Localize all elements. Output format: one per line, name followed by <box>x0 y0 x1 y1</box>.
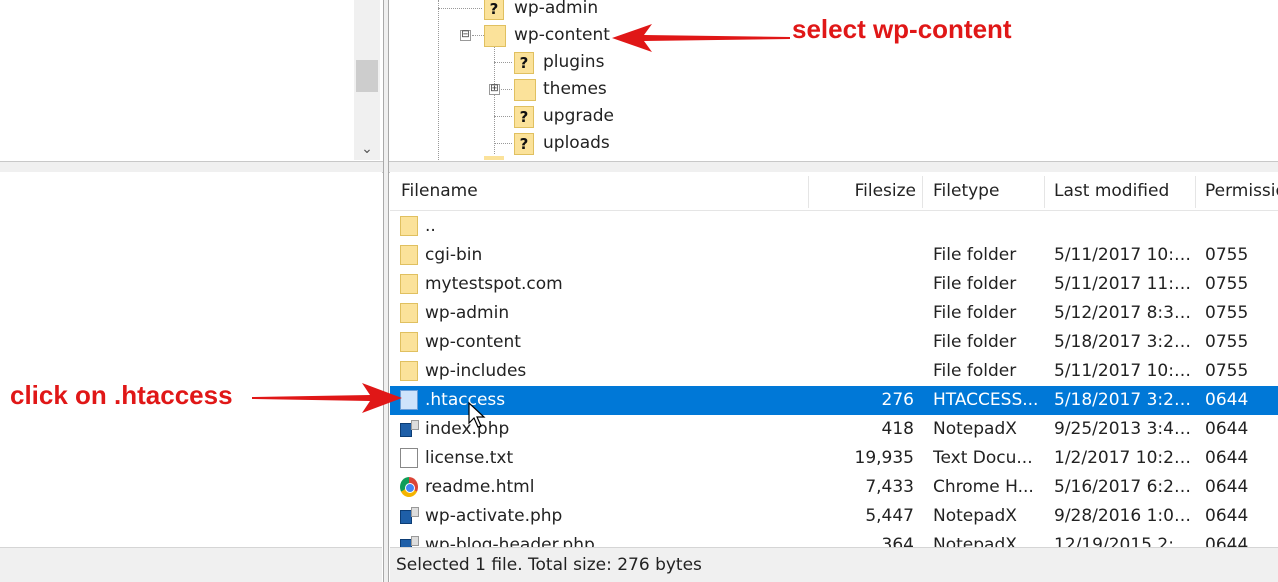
file-modified: 5/11/2017 10:4... <box>1054 245 1192 265</box>
file-type: NotepadX <box>933 506 1017 526</box>
folder-icon <box>400 303 418 323</box>
file-type: File folder <box>933 303 1017 323</box>
scrollbar-thumb[interactable] <box>356 60 378 92</box>
tree-item-uploads[interactable]: ? uploads <box>390 130 990 156</box>
annotation-arrow <box>612 24 790 52</box>
scroll-down-arrow-icon[interactable]: ⌄ <box>354 140 380 158</box>
file-permissions: 0755 <box>1205 332 1249 352</box>
file-modified: 9/28/2016 1:06:... <box>1054 506 1192 526</box>
file-row[interactable]: readme.html 7,433 Chrome H... 5/16/2017 6:2… <box>390 473 1278 502</box>
text-file-icon <box>400 448 418 468</box>
file-modified: 5/11/2017 11:1... <box>1054 274 1192 294</box>
file-permissions: 0644 <box>1205 477 1249 497</box>
file-permissions: 0644 <box>1205 390 1249 410</box>
notepad-icon <box>400 507 419 524</box>
file-permissions: 0755 <box>1205 361 1249 381</box>
file-name: license.txt <box>425 448 514 468</box>
sort-ascending-icon: ^ <box>596 172 608 178</box>
question-folder-icon: ? <box>514 106 534 128</box>
file-list-header: ^ Filename Filesize Filetype Last modifi… <box>390 172 1278 211</box>
file-size: 418 <box>881 419 914 439</box>
file-size: 5,447 <box>865 506 914 526</box>
file-type: NotepadX <box>933 419 1017 439</box>
file-permissions: 0644 <box>1205 506 1249 526</box>
tree-item-upgrade[interactable]: ? upgrade <box>390 103 990 129</box>
vertical-splitter[interactable] <box>383 0 389 582</box>
column-header-filesize[interactable]: Filesize <box>810 172 916 210</box>
notepad-icon <box>400 420 419 437</box>
local-tree-scrollbar[interactable]: ⌄ <box>354 0 380 160</box>
folder-icon <box>484 156 504 160</box>
column-header-filetype[interactable]: Filetype <box>933 172 999 210</box>
folder-icon <box>400 332 418 352</box>
folder-icon <box>400 216 418 236</box>
file-type: Text Docu... <box>933 448 1033 468</box>
folder-icon <box>400 361 418 381</box>
annotation-click-htaccess: click on .htaccess <box>10 380 233 410</box>
file-row[interactable]: wp-content File folder 5/18/2017 3:20:... 0… <box>390 328 1278 357</box>
file-type: File folder <box>933 361 1017 381</box>
file-modified: 5/11/2017 10:5... <box>1054 361 1192 381</box>
file-size: 19,935 <box>854 448 914 468</box>
remote-status-bar: Selected 1 file. Total size: 276 bytes <box>390 547 1278 582</box>
file-name: wp-content <box>425 332 521 352</box>
file-row[interactable]: wp-activate.php 5,447 NotepadX 9/28/2016 1:… <box>390 502 1278 531</box>
collapse-icon[interactable]: ⊟ <box>460 30 471 41</box>
file-type: File folder <box>933 332 1017 352</box>
local-file-list-pane[interactable] <box>0 172 382 582</box>
file-permissions: 0755 <box>1205 303 1249 323</box>
file-row[interactable]: .. <box>390 212 1278 241</box>
file-modified: 5/16/2017 6:27:... <box>1054 477 1192 497</box>
file-row[interactable]: index.php 418 NotepadX 9/25/2013 3:48:... 06… <box>390 415 1278 444</box>
column-header-last-modified[interactable]: Last modified <box>1054 172 1169 210</box>
file-name: mytestspot.com <box>425 274 563 294</box>
folder-icon <box>400 274 418 294</box>
column-header-filename[interactable]: Filename <box>401 172 478 210</box>
expand-icon[interactable]: ⊞ <box>489 84 500 95</box>
file-row[interactable]: cgi-bin File folder 5/11/2017 10:4... 0755 <box>390 241 1278 270</box>
file-size: 7,433 <box>865 477 914 497</box>
mouse-cursor-icon <box>468 402 486 428</box>
folder-icon <box>400 245 418 265</box>
file-name: cgi-bin <box>425 245 483 265</box>
file-modified: 5/12/2017 8:30:... <box>1054 303 1192 323</box>
column-header-permissions[interactable]: Permissio <box>1205 172 1278 210</box>
file-permissions: 0644 <box>1205 448 1249 468</box>
tree-item-themes[interactable]: ⊞ themes <box>390 76 990 102</box>
file-row[interactable]: .htaccess 276 HTACCESS... 5/18/2017 3:20:..… <box>390 386 1278 415</box>
file-name: .. <box>425 216 436 236</box>
file-modified: 9/25/2013 3:48:... <box>1054 419 1192 439</box>
question-folder-icon: ? <box>484 0 504 20</box>
file-permissions: 0644 <box>1205 419 1249 439</box>
chrome-icon <box>400 477 418 497</box>
question-folder-icon: ? <box>514 52 534 74</box>
question-folder-icon: ? <box>514 133 534 155</box>
file-permissions: 0755 <box>1205 245 1249 265</box>
file-permissions: 0755 <box>1205 274 1249 294</box>
file-row[interactable]: wp-admin File folder 5/12/2017 8:30:... 075… <box>390 299 1278 328</box>
file-name: readme.html <box>425 477 535 497</box>
file-size: 276 <box>881 390 914 410</box>
file-modified: 1/2/2017 10:21:... <box>1054 448 1192 468</box>
file-row[interactable]: wp-includes File folder 5/11/2017 10:5... 0… <box>390 357 1278 386</box>
local-status-bar <box>0 547 382 582</box>
folder-icon <box>484 25 506 47</box>
file-row[interactable]: license.txt 19,935 Text Docu... 1/2/2017 10… <box>390 444 1278 473</box>
local-tree-pane[interactable]: ⌄ <box>0 0 382 160</box>
file-name: wp-activate.php <box>425 506 563 526</box>
file-type: File folder <box>933 245 1017 265</box>
annotation-select-wp-content: select wp-content <box>792 14 1012 44</box>
annotation-arrow <box>252 383 402 413</box>
file-row[interactable]: mytestspot.com File folder 5/11/2017 11:1.… <box>390 270 1278 299</box>
file-type: Chrome H... <box>933 477 1034 497</box>
file-modified: 5/18/2017 3:20:... <box>1054 390 1192 410</box>
file-type: HTACCESS... <box>933 390 1039 410</box>
folder-icon <box>514 79 536 101</box>
file-name: wp-includes <box>425 361 527 381</box>
remote-file-list-pane[interactable]: ^ Filename Filesize Filetype Last modifi… <box>390 172 1278 582</box>
file-type: File folder <box>933 274 1017 294</box>
file-name: wp-admin <box>425 303 510 323</box>
file-modified: 5/18/2017 3:20:... <box>1054 332 1192 352</box>
